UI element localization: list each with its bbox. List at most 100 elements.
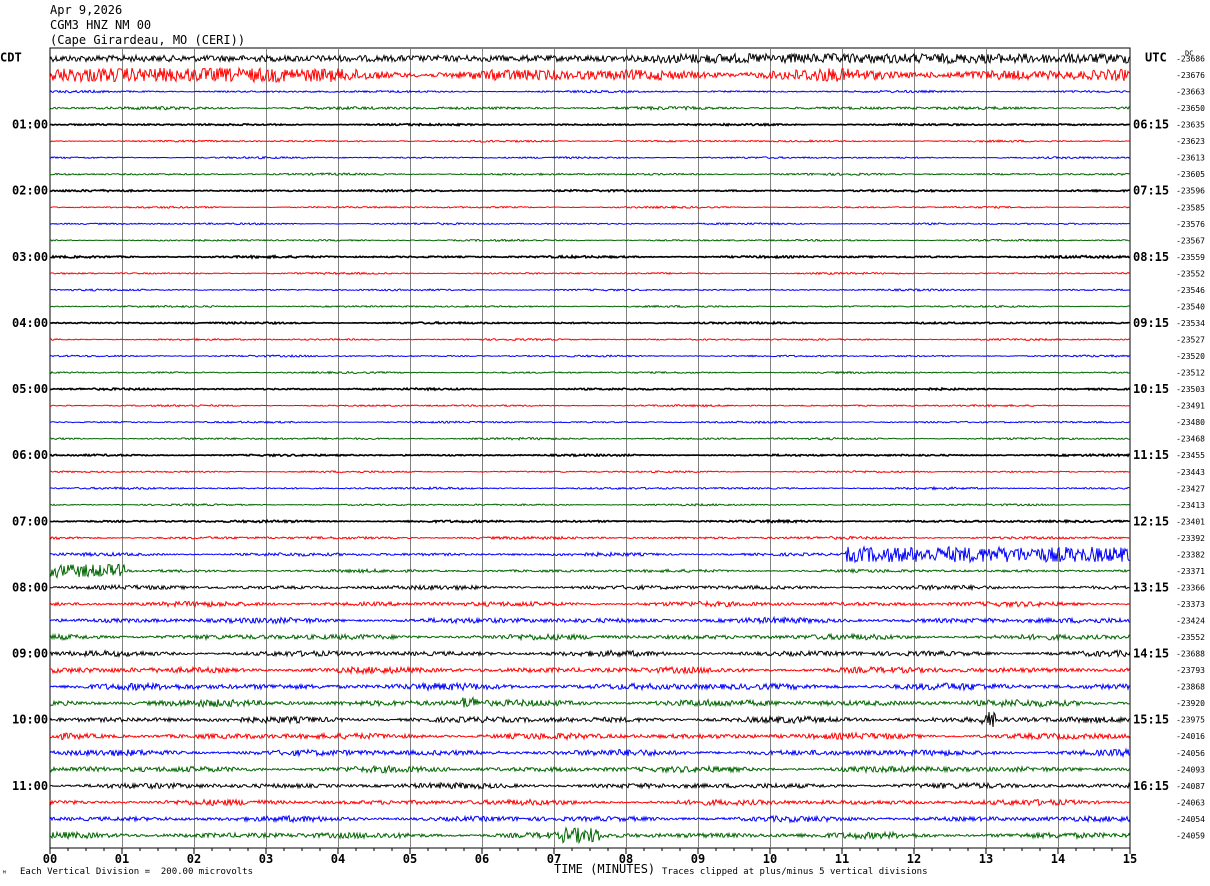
trace-dc-offset: -23975 — [1176, 716, 1205, 725]
right-hour-label: 13:15 — [1133, 580, 1169, 594]
left-hour-label: 04:00 — [12, 316, 48, 330]
right-hour-label: 14:15 — [1133, 647, 1169, 661]
trace-dc-offset: -23605 — [1176, 170, 1205, 179]
trace-dc-offset: -23413 — [1176, 501, 1205, 510]
right-hour-label: 06:15 — [1133, 118, 1169, 132]
dc-column-label: DC — [1185, 50, 1193, 58]
trace-dc-offset: -23663 — [1176, 88, 1205, 97]
trace-dc-offset: -23546 — [1176, 286, 1205, 295]
seismic-trace — [49, 731, 1131, 742]
right-hour-label: 15:15 — [1133, 713, 1169, 727]
seismic-trace — [49, 764, 1131, 775]
trace-dc-offset: -24087 — [1176, 782, 1205, 791]
trace-dc-offset: -23371 — [1176, 567, 1205, 576]
seismic-trace — [49, 420, 1131, 425]
seismic-trace — [49, 222, 1131, 226]
left-hour-label: 11:00 — [12, 779, 48, 793]
trace-dc-offset: -24056 — [1176, 749, 1205, 758]
x-tick-label: 11 — [835, 852, 849, 866]
trace-dc-offset: -23512 — [1176, 369, 1205, 378]
left-hour-label: 10:00 — [12, 713, 48, 727]
trace-dc-offset: -24016 — [1176, 732, 1205, 741]
trace-dc-offset: -24059 — [1176, 831, 1205, 840]
seismic-trace — [49, 583, 1131, 592]
seismic-trace — [49, 632, 1131, 642]
seismic-trace — [49, 665, 1131, 676]
seismic-trace — [49, 545, 1131, 564]
seismic-trace — [49, 747, 1131, 758]
left-hour-label: 08:00 — [12, 580, 48, 594]
left-hour-label: 05:00 — [12, 382, 48, 396]
trace-dc-offset: -23520 — [1176, 352, 1205, 361]
trace-dc-offset: -23373 — [1176, 600, 1205, 609]
x-tick-label: 04 — [331, 852, 345, 866]
seismic-trace — [49, 403, 1131, 408]
trace-dc-offset: -23401 — [1176, 517, 1205, 526]
x-tick-label: 13 — [979, 852, 993, 866]
trace-dc-offset: -23552 — [1176, 633, 1205, 642]
seismic-trace — [49, 288, 1131, 292]
trace-dc-offset: -23503 — [1176, 385, 1205, 394]
trace-dc-offset: -23468 — [1176, 435, 1205, 444]
seismic-trace — [49, 600, 1131, 609]
seismic-trace — [49, 51, 1131, 66]
seismic-trace — [50, 253, 1131, 260]
x-tick-label: 12 — [907, 852, 921, 866]
left-hour-label: 01:00 — [12, 118, 48, 132]
trace-dc-offset: -23623 — [1176, 137, 1205, 146]
seismic-trace — [49, 502, 1131, 507]
seismic-trace — [49, 798, 1131, 807]
trace-dc-offset: -23868 — [1176, 683, 1205, 692]
left-hour-label: 07:00 — [12, 514, 48, 528]
trace-dc-offset: -23596 — [1176, 187, 1205, 196]
trace-dc-offset: -23676 — [1176, 71, 1205, 80]
seismic-trace — [49, 563, 1131, 580]
right-timezone: UTC — [1145, 51, 1167, 65]
left-hour-label: 02:00 — [12, 184, 48, 198]
seismic-trace — [49, 781, 1131, 791]
x-tick-label: 01 — [115, 852, 129, 866]
trace-dc-offset: -23491 — [1176, 402, 1205, 411]
left-timezone: CDT — [0, 51, 22, 65]
trace-dc-offset: -23920 — [1176, 699, 1205, 708]
seismic-trace — [49, 105, 1131, 112]
trace-dc-offset: -23613 — [1176, 154, 1205, 163]
x-tick-label: 15 — [1123, 852, 1137, 866]
seismic-trace — [49, 66, 1131, 84]
clip-note: Traces clipped at plus/minus 5 vertical … — [662, 867, 928, 877]
trace-dc-offset: -23635 — [1176, 121, 1205, 130]
seismic-trace — [49, 386, 1131, 392]
seismic-trace — [49, 238, 1130, 243]
seismic-trace — [49, 711, 1131, 728]
seismic-trace — [49, 518, 1131, 525]
left-hour-label: 03:00 — [12, 250, 48, 264]
trace-dc-offset: -23424 — [1176, 617, 1205, 626]
seismic-trace — [49, 485, 1131, 491]
trace-dc-offset: -23567 — [1176, 236, 1205, 245]
grid-lines — [49, 47, 1131, 854]
trace-dc-offset: -23576 — [1176, 220, 1205, 229]
trace-dc-offset: -23793 — [1176, 666, 1205, 675]
seismic-trace — [49, 615, 1131, 625]
seismic-trace — [49, 188, 1130, 193]
seismic-trace — [49, 354, 1131, 358]
trace-dc-offset: -23534 — [1176, 319, 1205, 328]
right-hour-label: 11:15 — [1133, 448, 1169, 462]
seismic-trace — [49, 696, 1131, 709]
x-tick-label: 05 — [403, 852, 417, 866]
trace-dc-offset: -23443 — [1176, 468, 1205, 477]
seismic-trace — [49, 370, 1131, 375]
right-hour-label: 10:15 — [1133, 382, 1169, 396]
trace-dc-offset: -23650 — [1176, 104, 1205, 113]
trace-dc-offset: -23559 — [1176, 253, 1205, 262]
scale-note: Each Vertical Division = 200.00 microvol… — [20, 867, 253, 877]
seismic-trace — [49, 155, 1131, 160]
logo-mark: ᴹ — [2, 869, 7, 878]
trace-dc-offset: -24063 — [1176, 798, 1205, 807]
x-tick-label: 10 — [763, 852, 777, 866]
x-tick-label: 14 — [1051, 852, 1065, 866]
trace-dc-offset: -23688 — [1176, 650, 1205, 659]
trace-dc-offset: -23540 — [1176, 302, 1205, 311]
x-tick-label: 06 — [475, 852, 489, 866]
seismic-trace — [49, 205, 1131, 210]
